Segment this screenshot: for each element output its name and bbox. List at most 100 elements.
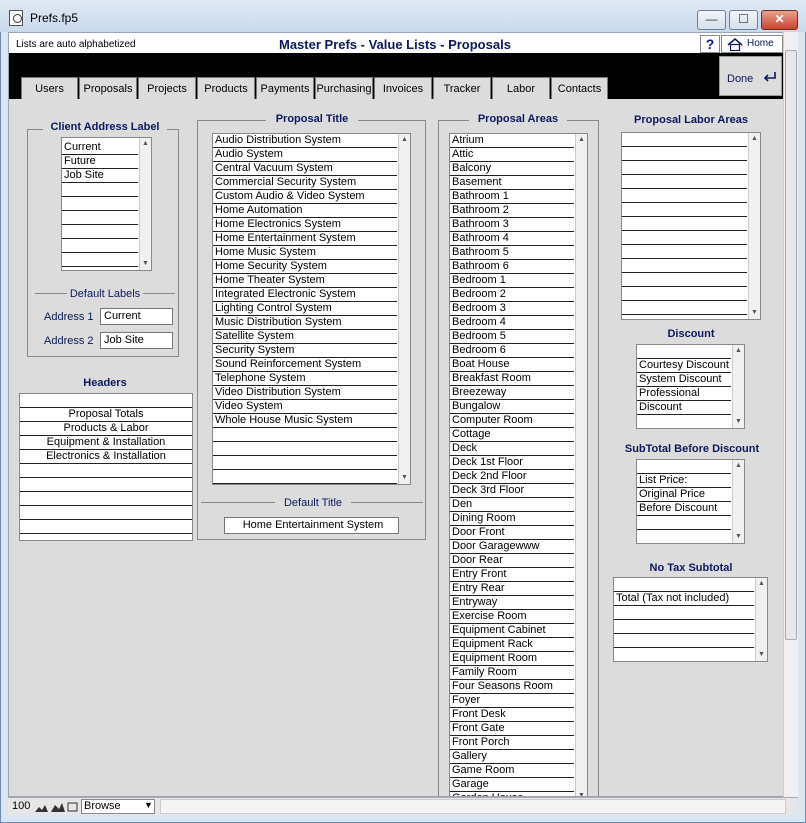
scroll-down-icon[interactable]: ▼: [399, 472, 410, 484]
list-item[interactable]: [614, 634, 754, 648]
list-item[interactable]: Game Room: [450, 764, 574, 778]
list-item[interactable]: Commercial Security System: [213, 176, 397, 190]
list-item[interactable]: Boat House: [450, 358, 574, 372]
help-button[interactable]: ?: [700, 35, 720, 53]
scroll-down-icon[interactable]: ▼: [140, 258, 151, 270]
list-item[interactable]: Entry Rear: [450, 582, 574, 596]
list-item[interactable]: Bedroom 2: [450, 288, 574, 302]
horizontal-scrollbar[interactable]: [160, 799, 786, 814]
list-item[interactable]: [20, 464, 192, 478]
maximize-button[interactable]: ☐: [729, 10, 758, 30]
close-button[interactable]: ✕: [761, 10, 798, 30]
tab-invoices[interactable]: Invoices: [374, 77, 432, 99]
list-item[interactable]: [62, 225, 138, 239]
scroll-down-icon[interactable]: ▼: [733, 416, 744, 428]
tab-purchasing[interactable]: Purchasing: [315, 77, 373, 99]
done-button[interactable]: Done: [719, 56, 782, 96]
list-item[interactable]: Door Garagewww: [450, 540, 574, 554]
list-item[interactable]: [622, 259, 747, 273]
minimize-button[interactable]: —: [697, 10, 726, 30]
list-item[interactable]: [20, 478, 192, 492]
list-item[interactable]: Deck 3rd Floor: [450, 484, 574, 498]
list-scrollbar[interactable]: ▲ ▼: [575, 134, 587, 796]
list-item[interactable]: Custom Audio & Video System: [213, 190, 397, 204]
list-item[interactable]: [62, 197, 138, 211]
list-item[interactable]: Door Front: [450, 526, 574, 540]
list-scrollbar[interactable]: ▲ ▼: [732, 460, 744, 543]
list-item[interactable]: Home Theater System: [213, 274, 397, 288]
list-item[interactable]: Home Automation: [213, 204, 397, 218]
proposal-areas-list[interactable]: Atrium Attic Balcony Basement Bathroom 1 Bath…: [449, 133, 588, 796]
list-item[interactable]: Bedroom 6: [450, 344, 574, 358]
list-item[interactable]: [20, 520, 192, 534]
list-item[interactable]: Front Gate: [450, 722, 574, 736]
list-item[interactable]: Bathroom 6: [450, 260, 574, 274]
list-item[interactable]: [637, 516, 731, 530]
list-item[interactable]: Bathroom 1: [450, 190, 574, 204]
discount-list[interactable]: Courtesy Discount System Discount Professi…: [636, 344, 745, 429]
list-item[interactable]: Bathroom 3: [450, 218, 574, 232]
list-item[interactable]: Integrated Electronic System: [213, 288, 397, 302]
list-item[interactable]: [622, 217, 747, 231]
address1-field[interactable]: Current: [100, 308, 173, 325]
list-item[interactable]: Video Distribution System: [213, 386, 397, 400]
list-item[interactable]: Dining Room: [450, 512, 574, 526]
scroll-down-icon[interactable]: ▼: [756, 649, 767, 661]
tab-labor[interactable]: Labor: [492, 77, 550, 99]
list-item[interactable]: Video System: [213, 400, 397, 414]
tab-products[interactable]: Products: [197, 77, 255, 99]
list-item[interactable]: Basement: [450, 176, 574, 190]
list-item[interactable]: Bedroom 1: [450, 274, 574, 288]
list-item[interactable]: Total (Tax not included): [614, 592, 754, 606]
list-item[interactable]: [614, 648, 754, 661]
scroll-down-icon[interactable]: ▼: [576, 790, 587, 796]
tab-projects[interactable]: Projects: [138, 77, 196, 99]
list-item[interactable]: Breakfast Room: [450, 372, 574, 386]
list-item[interactable]: Lighting Control System: [213, 302, 397, 316]
list-item[interactable]: Door Rear: [450, 554, 574, 568]
list-item[interactable]: Home Entertainment System: [213, 232, 397, 246]
list-item[interactable]: Home Music System: [213, 246, 397, 260]
labor-areas-list[interactable]: ▲ ▼: [621, 132, 761, 320]
list-item[interactable]: Bungalow: [450, 400, 574, 414]
list-item[interactable]: Garage: [450, 778, 574, 792]
window-vertical-scrollbar[interactable]: [783, 32, 798, 797]
scroll-up-icon[interactable]: ▲: [733, 345, 744, 357]
list-item[interactable]: Foyer: [450, 694, 574, 708]
list-item[interactable]: Home Security System: [213, 260, 397, 274]
list-item[interactable]: Sound Reinforcement System: [213, 358, 397, 372]
list-item[interactable]: Entryway: [450, 596, 574, 610]
list-item[interactable]: Audio System: [213, 148, 397, 162]
list-item[interactable]: Deck 1st Floor: [450, 456, 574, 470]
list-item[interactable]: Bedroom 4: [450, 316, 574, 330]
list-item[interactable]: [622, 133, 747, 147]
scroll-up-icon[interactable]: ▲: [140, 138, 151, 150]
list-item[interactable]: [622, 287, 747, 301]
list-item[interactable]: [622, 175, 747, 189]
list-item[interactable]: [62, 239, 138, 253]
tab-users[interactable]: Users: [21, 77, 78, 99]
list-item[interactable]: Home Electronics System: [213, 218, 397, 232]
zoom-controls-icon[interactable]: [34, 801, 78, 813]
list-item[interactable]: Exercise Room: [450, 610, 574, 624]
list-scrollbar[interactable]: ▲ ▼: [139, 138, 151, 270]
list-item[interactable]: [622, 273, 747, 287]
subtotal-before-list[interactable]: List Price: Original Price Before Discount…: [636, 459, 745, 544]
default-title-field[interactable]: Home Entertainment System: [224, 517, 399, 534]
proposal-title-list[interactable]: Audio Distribution System Audio System Cen…: [212, 133, 411, 485]
list-item[interactable]: [213, 442, 397, 456]
list-item[interactable]: Deck 2nd Floor: [450, 470, 574, 484]
list-item[interactable]: Atrium: [450, 134, 574, 148]
list-item[interactable]: Future: [62, 155, 138, 169]
list-item[interactable]: Products & Labor: [20, 422, 192, 436]
list-item[interactable]: Front Porch: [450, 736, 574, 750]
list-item[interactable]: [622, 147, 747, 161]
home-button[interactable]: Home: [721, 35, 783, 53]
list-item[interactable]: Satellite System: [213, 330, 397, 344]
list-item[interactable]: Equipment Room: [450, 652, 574, 666]
list-item[interactable]: [622, 203, 747, 217]
list-item[interactable]: [637, 530, 731, 543]
list-item[interactable]: Deck: [450, 442, 574, 456]
list-item[interactable]: Front Desk: [450, 708, 574, 722]
list-item[interactable]: [622, 161, 747, 175]
